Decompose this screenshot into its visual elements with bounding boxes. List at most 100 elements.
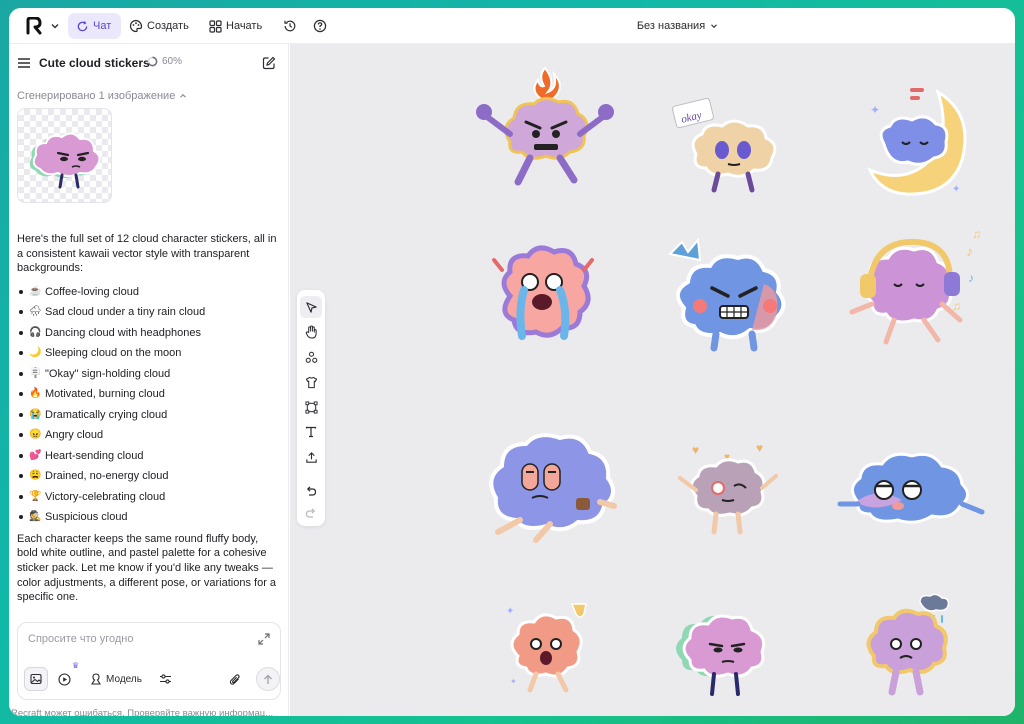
list-item-emoji: 🌙 xyxy=(29,347,42,359)
sticker-crying-cloud[interactable] xyxy=(488,240,598,350)
sticker-drained-cloud[interactable] xyxy=(480,428,630,548)
list-item: 🏆 Victory-celebrating cloud xyxy=(17,487,279,508)
tshirt-icon xyxy=(305,376,317,388)
sliders-icon xyxy=(159,674,171,684)
chat-panel: Cute cloud stickers 60% Сгенерировано 1 … xyxy=(9,44,289,716)
help-button[interactable] xyxy=(311,13,329,39)
sticker-lying-blue-cloud[interactable] xyxy=(836,442,986,532)
tab-create[interactable]: Создать xyxy=(127,13,191,39)
list-item: 😭 Dramatically crying cloud xyxy=(17,405,279,426)
generation-progress: 60% xyxy=(147,56,182,67)
attach-button[interactable] xyxy=(224,667,246,691)
hand-tool[interactable] xyxy=(300,321,322,343)
list-item-emoji: 🎧 xyxy=(29,326,42,338)
list-item-text: Drained, no-energy cloud xyxy=(45,470,169,483)
help-icon xyxy=(313,19,327,33)
tab-chat[interactable]: Чат xyxy=(68,13,121,39)
svg-text:♫: ♫ xyxy=(972,227,981,241)
shapes-tool[interactable] xyxy=(300,346,322,368)
composer-toolbar: ♛ Модель xyxy=(24,661,280,693)
history-icon xyxy=(284,20,296,32)
mockup-tool[interactable] xyxy=(300,371,322,393)
disclaimer: Recraft может ошибаться. Проверяйте важн… xyxy=(11,708,274,716)
send-button[interactable] xyxy=(256,667,280,691)
list-item: 🎧 Dancing cloud with headphones xyxy=(17,323,279,344)
logo-menu[interactable] xyxy=(21,13,61,39)
image-icon xyxy=(30,673,42,685)
menu-icon[interactable] xyxy=(17,57,31,69)
message-intro: Here's the full set of 12 cloud characte… xyxy=(17,233,277,275)
svg-text:✦: ✦ xyxy=(870,103,880,117)
svg-text:♪: ♪ xyxy=(968,271,974,285)
list-item-emoji: 😠 xyxy=(29,429,42,441)
generated-image-thumbnail[interactable] xyxy=(17,108,112,203)
undo-button[interactable] xyxy=(300,480,322,502)
chat-composer: Спросите что угодно ♛ Модель xyxy=(17,622,281,700)
canvas[interactable]: okay ✦ ✦ ♪ ♫ ♪ ♫ ♥ ♥ ♥ ✦ ✦ xyxy=(290,44,1015,716)
frame-icon xyxy=(304,400,318,414)
upload-icon xyxy=(305,451,317,463)
sticker-victory-cloud[interactable]: ✦✦ xyxy=(496,600,596,700)
list-item: 🕵 Suspicious cloud xyxy=(17,507,279,528)
frame-tool[interactable] xyxy=(300,396,322,418)
tab-create-label: Создать xyxy=(147,20,189,32)
sticker-suspicious-cloud[interactable] xyxy=(666,600,786,700)
list-item-text: Heart-sending cloud xyxy=(45,449,144,462)
tab-chat-label: Чат xyxy=(93,20,112,32)
generated-toggle[interactable]: Сгенерировано 1 изображение xyxy=(17,90,188,102)
svg-text:♪: ♪ xyxy=(966,243,973,259)
video-mode-button[interactable] xyxy=(52,667,76,691)
app-window: Чат Создать Начать Без названия Cute clo… xyxy=(9,8,1015,716)
sticker-dancing-headphones-cloud[interactable]: ♪ ♫ ♪ ♫ xyxy=(842,224,992,354)
list-item-text: Sad cloud under a tiny rain cloud xyxy=(45,306,206,319)
text-tool[interactable] xyxy=(300,421,322,443)
hand-icon xyxy=(305,325,317,339)
sticker-motivated-burning-cloud[interactable] xyxy=(470,64,620,194)
list-item-emoji: 🌧 xyxy=(29,306,42,318)
sticker-sleeping-moon-cloud[interactable]: ✦✦ xyxy=(854,84,984,204)
chat-input[interactable]: Спросите что угодно xyxy=(28,633,133,645)
model-button[interactable]: Модель xyxy=(86,667,146,691)
sticker-okay-sign-cloud[interactable]: okay xyxy=(666,94,796,194)
list-item-text: Sleeping cloud on the moon xyxy=(45,347,182,360)
list-item-emoji: 😭 xyxy=(29,408,42,420)
image-mode-button[interactable] xyxy=(24,667,48,691)
list-item-emoji: 😩 xyxy=(29,470,42,482)
list-item-text: Angry cloud xyxy=(45,429,104,442)
new-chat-edit-icon[interactable] xyxy=(262,56,276,70)
list-item: 🌧 Sad cloud under a tiny rain cloud xyxy=(17,302,279,323)
list-item-text: Motivated, burning cloud xyxy=(45,388,165,401)
settings-button[interactable] xyxy=(154,667,176,691)
sticker-heart-sending-cloud[interactable]: ♥♥♥ xyxy=(666,438,786,538)
paperclip-icon xyxy=(229,673,240,685)
list-item-text: Suspicious cloud xyxy=(45,511,128,524)
list-item: 💕 Heart-sending cloud xyxy=(17,446,279,467)
list-item-emoji: 🪧 xyxy=(29,367,42,379)
sticker-angry-cloud[interactable] xyxy=(660,234,800,354)
list-item-text: Coffee-loving cloud xyxy=(45,285,139,298)
expand-icon[interactable] xyxy=(258,633,270,645)
palette-icon xyxy=(129,19,143,33)
arrow-up-icon xyxy=(264,674,272,684)
select-tool[interactable] xyxy=(300,296,322,318)
suspicious-cloud-thumbnail xyxy=(29,132,101,189)
chevron-down-icon xyxy=(51,24,59,29)
upload-tool[interactable] xyxy=(300,446,322,468)
sticker-sad-rain-cloud[interactable] xyxy=(856,592,966,702)
svg-text:♥: ♥ xyxy=(692,443,699,457)
document-title: Без названия xyxy=(636,20,706,32)
tab-start[interactable]: Начать xyxy=(207,13,267,39)
list-item-text: "Okay" sign-holding cloud xyxy=(45,367,171,380)
svg-text:✦: ✦ xyxy=(952,184,960,195)
document-title-dropdown[interactable]: Без названия xyxy=(633,13,723,39)
list-item: ☕ Coffee-loving cloud xyxy=(17,282,279,303)
redo-button[interactable] xyxy=(300,502,322,524)
cursor-icon xyxy=(305,301,317,313)
tab-start-label: Начать xyxy=(226,20,263,32)
list-item-emoji: ☕ xyxy=(29,285,42,297)
crown-icon: ♛ xyxy=(72,661,80,670)
progress-value: 60% xyxy=(162,56,183,67)
list-item-emoji: 🏆 xyxy=(29,490,42,502)
list-item: 😠 Angry cloud xyxy=(17,425,279,446)
history-button[interactable] xyxy=(281,13,299,39)
